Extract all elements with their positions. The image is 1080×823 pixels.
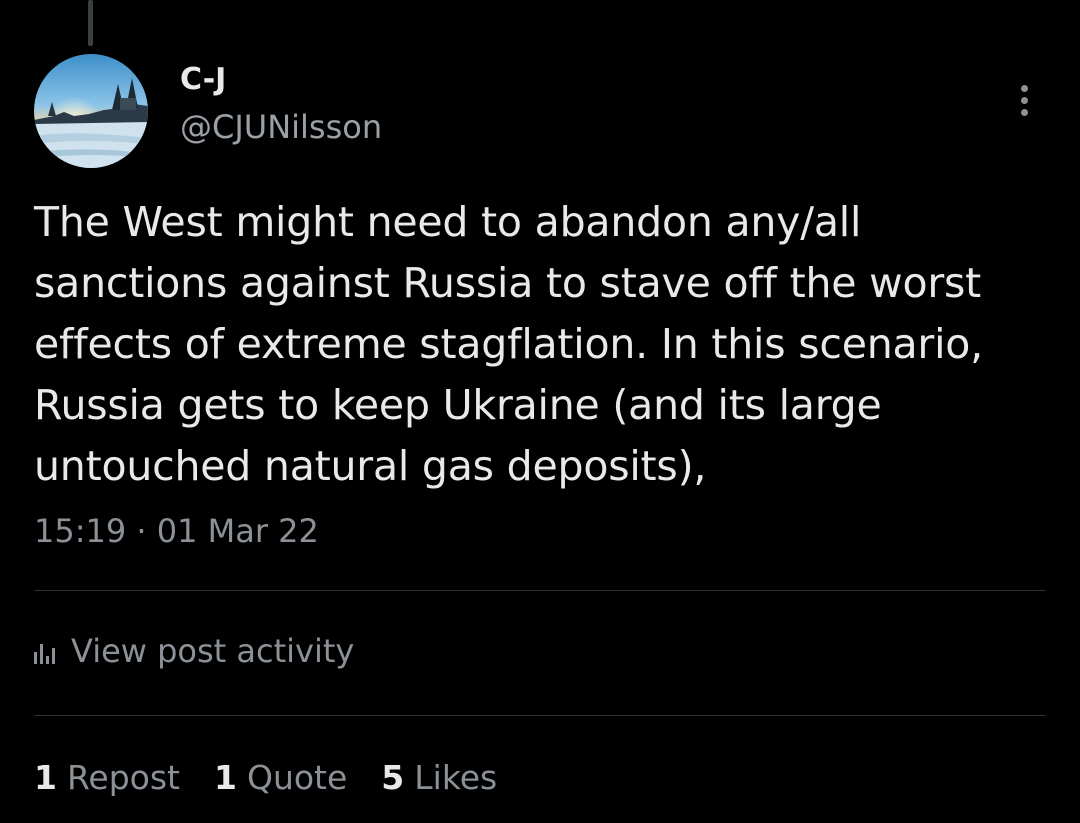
author-display-name[interactable]: C-J <box>180 62 226 98</box>
divider <box>34 715 1046 716</box>
view-post-activity-button[interactable]: View post activity <box>34 632 354 670</box>
tweet-text: The West might need to abandon any/all s… <box>34 198 983 490</box>
more-options-dot-icon <box>1020 96 1028 104</box>
likes-label: Likes <box>414 758 498 797</box>
more-options-dot-icon <box>1020 84 1028 92</box>
repost-label: Repost <box>66 758 180 797</box>
repost-count-link[interactable]: 1 Repost <box>34 758 180 798</box>
winter-landscape-avatar-icon <box>34 54 148 168</box>
divider <box>34 590 1046 591</box>
thread-connector-line <box>88 0 93 46</box>
more-options-button[interactable] <box>1006 78 1042 122</box>
tweet-timestamp[interactable]: 15:19 · 01 Mar 22 <box>34 512 319 550</box>
view-post-activity-label: View post activity <box>71 632 355 670</box>
avatar[interactable] <box>34 54 148 168</box>
quote-count: 1 <box>214 758 237 797</box>
repost-count: 1 <box>34 758 57 797</box>
likes-count: 5 <box>381 758 405 797</box>
author-handle[interactable]: @CJUNilsson <box>180 108 382 146</box>
engagement-stats: 1 Repost 1 Quote 5 Likes <box>34 758 531 798</box>
quote-count-link[interactable]: 1 Quote <box>214 758 347 798</box>
quote-label: Quote <box>246 758 348 797</box>
bar-chart-icon <box>34 642 55 665</box>
likes-count-link[interactable]: 5 Likes <box>381 758 497 798</box>
more-options-dot-icon <box>1020 108 1028 116</box>
